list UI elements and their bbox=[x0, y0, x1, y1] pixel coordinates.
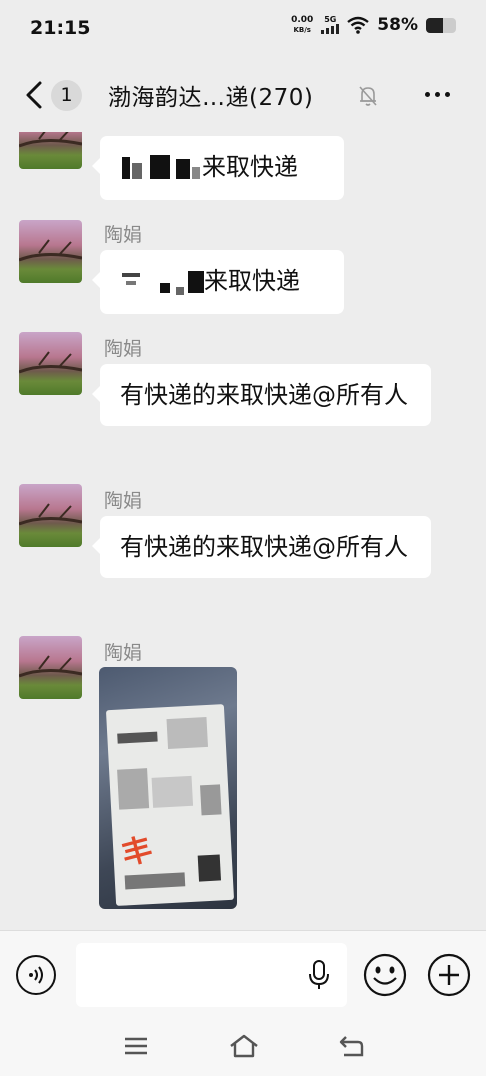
input-bar bbox=[0, 930, 486, 1019]
system-nav-bar bbox=[0, 1018, 486, 1076]
message-bubble[interactable]: 来取快递 bbox=[92, 136, 344, 200]
sender-avatar[interactable] bbox=[19, 220, 82, 283]
battery-level bbox=[426, 17, 444, 33]
cell-signal-icon: 5G bbox=[321, 15, 340, 34]
network-speed: 0.00 KB/s bbox=[291, 15, 313, 35]
wifi-icon bbox=[347, 16, 370, 34]
smiley-icon[interactable] bbox=[363, 953, 407, 997]
sender-name: 陶娟 bbox=[104, 224, 143, 246]
plus-circle-icon[interactable] bbox=[427, 953, 471, 997]
sender-name: 陶娟 bbox=[104, 642, 143, 664]
network-speed-unit: KB/s bbox=[293, 26, 311, 34]
chat-header: 1 渤海韵达…递(270) bbox=[0, 58, 486, 132]
status-bar: 21:15 0.00 KB/s 5G 58% bbox=[0, 0, 486, 58]
menu-icon[interactable] bbox=[124, 1034, 148, 1058]
message-list[interactable]: 来取快递 陶娟 来取快递 陶娟 有快递的来取快递@所有人 陶娟 有快递的来取快递… bbox=[0, 132, 486, 930]
message-text: 来取快递 bbox=[202, 153, 298, 181]
redacted-text bbox=[120, 153, 202, 183]
sender-name: 陶娟 bbox=[104, 338, 143, 360]
battery-percent: 58% bbox=[377, 15, 418, 35]
home-icon[interactable] bbox=[229, 1034, 259, 1058]
network-speed-value: 0.00 bbox=[291, 15, 314, 25]
sender-avatar[interactable] bbox=[19, 636, 82, 699]
battery-icon bbox=[426, 17, 456, 33]
microphone-icon[interactable] bbox=[307, 959, 331, 991]
message-bubble[interactable]: 有快递的来取快递@所有人 bbox=[92, 516, 431, 578]
redacted-text bbox=[120, 267, 204, 297]
more-dots-icon[interactable] bbox=[425, 92, 450, 97]
message-bubble[interactable]: 来取快递 bbox=[92, 250, 344, 314]
message-text: 有快递的来取快递@所有人 bbox=[120, 533, 408, 561]
status-time: 21:15 bbox=[30, 17, 91, 39]
signal-label: 5G bbox=[324, 15, 337, 24]
sender-avatar[interactable] bbox=[19, 332, 82, 395]
message-bubble[interactable]: 有快递的来取快递@所有人 bbox=[92, 364, 431, 426]
voice-icon[interactable] bbox=[16, 955, 56, 995]
chevron-left-icon[interactable] bbox=[22, 80, 48, 110]
sender-name: 陶娟 bbox=[104, 490, 143, 512]
back-arrow-icon[interactable] bbox=[338, 1034, 364, 1058]
status-indicators: 0.00 KB/s 5G 58% bbox=[291, 15, 456, 35]
bell-muted-icon bbox=[359, 86, 377, 106]
sender-avatar[interactable] bbox=[19, 484, 82, 547]
sender-avatar[interactable] bbox=[19, 132, 82, 169]
unread-badge[interactable]: 1 bbox=[51, 80, 82, 111]
message-text: 有快递的来取快递@所有人 bbox=[120, 381, 408, 409]
chat-title[interactable]: 渤海韵达…递(270) bbox=[108, 78, 313, 112]
package-label-photo: 丰 bbox=[105, 704, 235, 906]
image-message[interactable]: 丰 bbox=[99, 667, 237, 909]
message-text: 来取快递 bbox=[204, 267, 300, 295]
